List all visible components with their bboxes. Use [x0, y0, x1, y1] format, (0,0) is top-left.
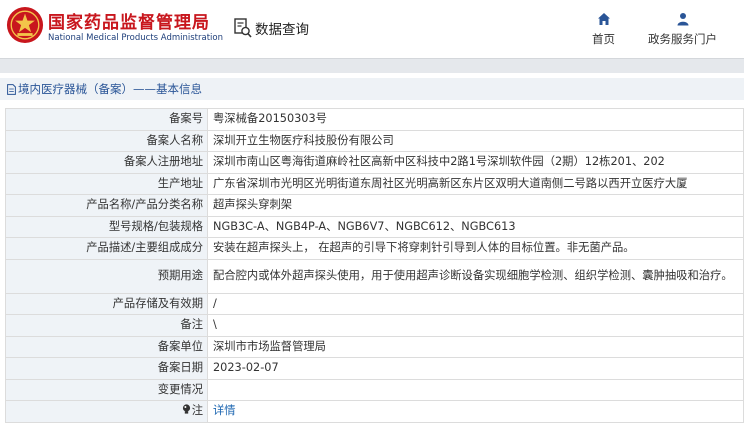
details-cell: 详情	[207, 400, 744, 423]
nmpa-logo-icon	[6, 6, 44, 44]
table-row: 备案人注册地址 深圳市南山区粤海街道麻岭社区高新中区科技中2路1号深圳软件园（2…	[5, 151, 744, 174]
field-value: /	[207, 292, 744, 315]
document-icon	[7, 83, 16, 95]
table-row: 型号规格/包装规格 NGB3C-A、NGB4P-A、NGB6V7、NGBC612…	[5, 215, 744, 238]
search-doc-icon	[234, 18, 252, 38]
field-label: 备案日期	[5, 357, 208, 380]
home-icon	[597, 13, 610, 25]
field-label: 备案人注册地址	[5, 151, 208, 174]
field-label: 预期用途	[5, 258, 208, 294]
field-label: 备案单位	[5, 335, 208, 358]
nav-home-label: 首页	[592, 32, 615, 46]
field-value: 配合腔内或体外超声探头使用，用于使用超声诊断设备实现细胞学检测、组织学检测、囊肿…	[207, 258, 744, 294]
nav-gov-label: 政务服务门户	[648, 32, 717, 46]
details-link[interactable]: 详情	[213, 404, 236, 417]
field-label: 备案人名称	[5, 129, 208, 152]
data-query-label: 数据查询	[255, 22, 309, 38]
data-query-link[interactable]: 数据查询	[234, 16, 309, 40]
site-title[interactable]: 国家药品监督管理局	[48, 8, 210, 33]
field-label: 备案号	[5, 108, 208, 131]
field-label: 产品名称/产品分类名称	[5, 194, 208, 217]
table-row: 产品描述/主要组成成分 安装在超声探头上， 在超声的引导下将穿刺针引导到人体的目…	[5, 237, 744, 260]
table-row: 产品存储及有效期 /	[5, 292, 744, 315]
nav-gov-services[interactable]: 政务服务门户	[648, 12, 717, 47]
field-value: 2023-02-07	[207, 357, 744, 380]
field-label: 产品描述/主要组成成分	[5, 237, 208, 260]
field-value: 广东省深圳市光明区光明街道东周社区光明高新区东片区双明大道南侧二号路以西开立医疗…	[207, 172, 744, 195]
field-value: 超声探头穿刺架	[207, 194, 744, 217]
field-label: 生产地址	[5, 172, 208, 195]
site-header: 国家药品监督管理局 National Medical Products Admi…	[0, 0, 744, 58]
field-label: 备注	[5, 314, 208, 337]
field-value	[207, 378, 744, 401]
table-row: 变更情况	[5, 378, 744, 401]
table-row: 备案人名称 深圳开立生物医疗科技股份有限公司	[5, 129, 744, 152]
lightbulb-icon	[182, 404, 190, 414]
header-divider	[0, 58, 744, 73]
table-row: 备案号 粤深械备20150303号	[5, 108, 744, 131]
table-row: 备注 \	[5, 314, 744, 337]
note-label-cell: 注	[5, 400, 208, 423]
table-row: 生产地址 广东省深圳市光明区光明街道东周社区光明高新区东片区双明大道南侧二号路以…	[5, 172, 744, 195]
field-value: 安装在超声探头上， 在超声的引导下将穿刺针引导到人体的目标位置。非无菌产品。	[207, 237, 744, 260]
record-table: 备案号 粤深械备20150303号 备案人名称 深圳开立生物医疗科技股份有限公司…	[5, 108, 744, 423]
nav-home[interactable]: 首页	[592, 12, 615, 47]
field-value: 深圳市市场监督管理局	[207, 335, 744, 358]
field-value: NGB3C-A、NGB4P-A、NGB6V7、NGBC612、NGBC613	[207, 215, 744, 238]
field-value: 深圳市南山区粤海街道麻岭社区高新中区科技中2路1号深圳软件园（2期）12栋201…	[207, 151, 744, 174]
user-icon	[677, 13, 688, 26]
site-subtitle: National Medical Products Administration	[48, 33, 223, 43]
table-row: 备案单位 深圳市市场监督管理局	[5, 335, 744, 358]
field-label: 型号规格/包装规格	[5, 215, 208, 238]
breadcrumb: 境内医疗器械（备案）——基本信息	[0, 78, 744, 100]
table-row: 预期用途 配合腔内或体外超声探头使用，用于使用超声诊断设备实现细胞学检测、组织学…	[5, 258, 744, 294]
field-value: \	[207, 314, 744, 337]
table-row: 产品名称/产品分类名称 超声探头穿刺架	[5, 194, 744, 217]
field-label: 产品存储及有效期	[5, 292, 208, 315]
table-row: 备案日期 2023-02-07	[5, 357, 744, 380]
breadcrumb-text: 境内医疗器械（备案）——基本信息	[18, 82, 202, 96]
field-value: 深圳开立生物医疗科技股份有限公司	[207, 129, 744, 152]
field-label: 注	[191, 404, 203, 418]
field-label: 变更情况	[5, 378, 208, 401]
field-value: 粤深械备20150303号	[207, 108, 744, 131]
table-row: 注 详情	[5, 400, 744, 423]
